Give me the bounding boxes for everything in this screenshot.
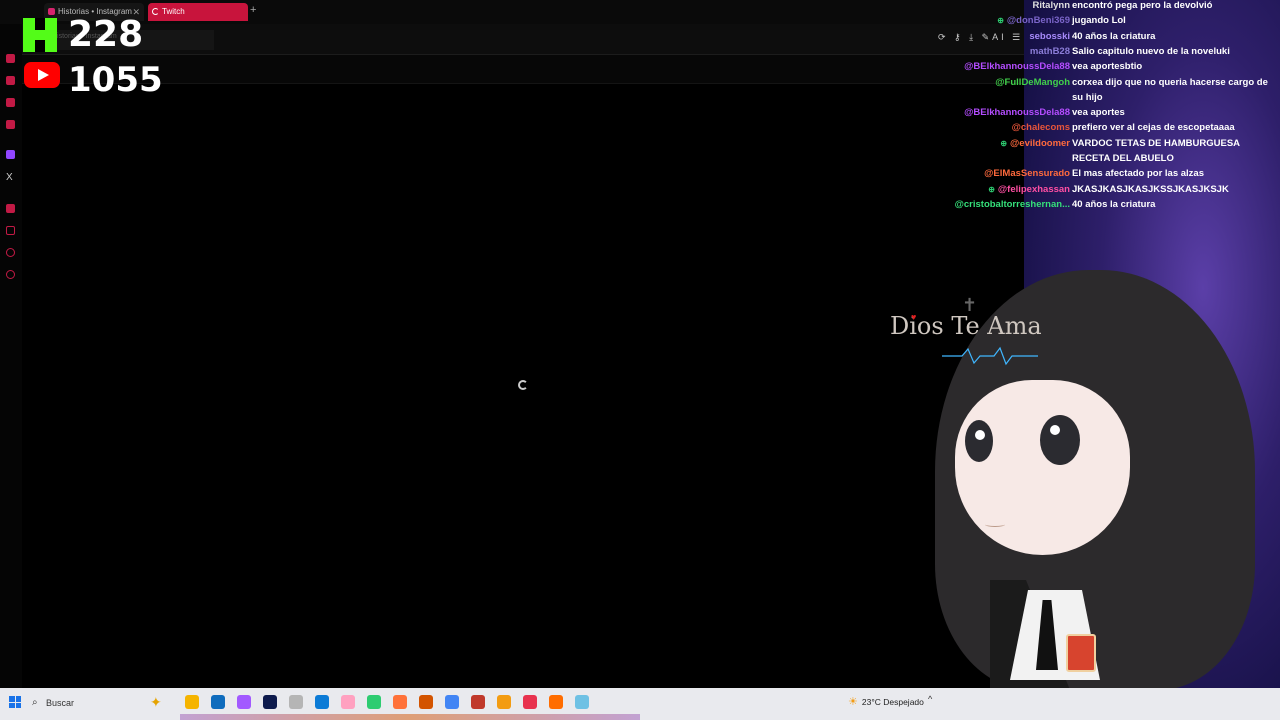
youtube-logo	[24, 62, 60, 88]
chat-username: ⊕ @felipexhassan	[988, 182, 1070, 197]
chat-username-text: @chalecoms	[1011, 122, 1070, 134]
start-button-icon[interactable]	[9, 696, 21, 708]
chat-username-text: @ElMasSensurado	[984, 168, 1070, 180]
chat-username-text: Ritalynn	[1032, 0, 1070, 11]
chat-message-text: jugando Lol	[1072, 15, 1126, 27]
sidebar-app-icon[interactable]	[6, 54, 15, 63]
x-twitter-icon[interactable]: X	[6, 172, 13, 183]
sidebar-app-icon[interactable]	[6, 120, 15, 129]
weather-widget[interactable]: ☀ 23°C Despejado	[848, 694, 924, 710]
taskbar-search[interactable]: ⌕ Buscar	[30, 693, 170, 713]
youtube-viewer-count: 1055	[68, 60, 163, 100]
app-icon[interactable]	[289, 695, 303, 709]
chat-username: ⊕ @evildoomer	[1000, 136, 1070, 151]
chat-username-text: @BElkhannoussDela88	[964, 107, 1070, 119]
search-icon: ⌕	[32, 697, 38, 708]
chat-message-text: encontró pega pero la devolvió	[1072, 0, 1213, 11]
cross-icon: ✝	[962, 295, 978, 315]
chat-username: @chalecoms	[1012, 120, 1070, 135]
chat-username: mathB28	[1030, 44, 1070, 59]
sidebar-app-icon[interactable]	[6, 76, 15, 85]
file-explorer-icon[interactable]	[211, 695, 225, 709]
taskbar-accent	[180, 714, 640, 720]
chat-badge-icon: ⊕	[1000, 138, 1008, 148]
heart-icon: ♥	[911, 312, 917, 322]
twitch-icon[interactable]	[6, 150, 15, 159]
chat-username: @cristobaltorreshernan...	[955, 197, 1070, 212]
tray-chevron-icon[interactable]: ^	[928, 694, 932, 704]
chat-message-text: 40 años la criatura	[1072, 30, 1156, 42]
chat-message-text: Salio capitulo nuevo de la noveluki	[1072, 45, 1230, 57]
opera-icon[interactable]	[523, 695, 537, 709]
chat-message-text: 40 años la criatura	[1072, 198, 1156, 210]
loading-spinner	[518, 380, 528, 390]
sun-icon: ☀	[848, 696, 858, 708]
avatar-face	[955, 380, 1130, 555]
edge-icon[interactable]	[315, 695, 329, 709]
chat-badge-icon: ⊕	[988, 184, 995, 194]
chat-username-text: @BElkhannoussDela88	[964, 61, 1070, 73]
chat-username: @ElMasSensurado	[984, 166, 1070, 181]
chat-username-text: @felipexhassan	[997, 183, 1070, 195]
tab-twitch[interactable]: Twitch	[148, 3, 248, 21]
app-icon-2[interactable]	[341, 695, 355, 709]
kick-viewer-count: 228	[68, 14, 144, 55]
chat-message-text: vea aportes	[1072, 107, 1125, 119]
chat-message-text: El mas afectado por las alzas	[1072, 168, 1205, 180]
chat-username: @BElkhannoussDela88	[964, 59, 1070, 74]
search-placeholder: Buscar	[46, 698, 75, 708]
chat-username: @FullDeMangoh	[995, 75, 1070, 90]
chat-username-text: @FullDeMangoh	[995, 76, 1070, 88]
instagram-icon	[48, 8, 55, 15]
kick-logo	[23, 18, 57, 52]
chat-message-text: corxea dijo que no queria hacerse cargo …	[1072, 76, 1268, 103]
heartbeat-line-icon	[942, 346, 1038, 366]
edge-copilot-icon[interactable]	[237, 695, 251, 709]
chat-message-text: JKASJKASJKASJKSSJKASJKSJK	[1072, 183, 1229, 195]
avatar-eye	[965, 420, 993, 462]
app-icon-4[interactable]	[549, 695, 563, 709]
settings-icon[interactable]	[6, 270, 15, 279]
tab-label: Twitch	[162, 7, 185, 16]
chat-username-text: @cristobaltorreshernan...	[954, 198, 1070, 210]
app-icon-3[interactable]	[471, 695, 485, 709]
paint-icon[interactable]	[367, 695, 381, 709]
browser-sidebar: X	[0, 24, 22, 688]
chat-username: ⊕ @donBeni369	[997, 13, 1070, 28]
firefox-icon[interactable]	[393, 695, 407, 709]
visual-studio-icon[interactable]	[263, 695, 277, 709]
chat-badge-icon: ⊕	[997, 16, 1004, 26]
browser-toolbar-icons[interactable]: ⟳ ⚷ ⤓ ✎AI ☰	[938, 32, 1023, 43]
sidebar-app-icon[interactable]	[6, 248, 15, 257]
weather-text: 23°C Despejado	[861, 697, 924, 707]
notepad-icon[interactable]	[575, 695, 589, 709]
chat-message-text: vea aportesbtio	[1072, 61, 1143, 73]
sidebar-app-icon[interactable]	[6, 98, 15, 107]
chat-username-text: @evildoomer	[1010, 137, 1070, 149]
sidebar-app-icon[interactable]	[6, 226, 15, 235]
chat-username: Ritalynn	[1033, 0, 1070, 13]
task-view-icon[interactable]	[185, 695, 199, 709]
avatar-pin-badge	[1066, 634, 1096, 672]
chat-message-text: VARDOC TETAS DE HAMBURGUESA RECETA DEL A…	[1072, 137, 1240, 164]
chat-username: sebosski	[1029, 29, 1070, 44]
chrome-icon[interactable]	[445, 695, 459, 709]
vscode-icon[interactable]	[419, 695, 433, 709]
avatar-eye	[1040, 415, 1080, 465]
chat-username: @BElkhannoussDela88	[964, 105, 1070, 120]
chat-message-text: prefiero ver al cejas de escopetaaaa	[1072, 122, 1235, 134]
new-tab-button[interactable]: +	[250, 4, 256, 16]
chat-username-text: mathB28	[1029, 45, 1070, 57]
chat-username-text: sebosski	[1029, 30, 1070, 42]
sparkle-icon[interactable]: ✦	[150, 694, 162, 711]
sidebar-app-icon[interactable]	[6, 204, 15, 213]
avatar-mouth	[985, 522, 1005, 527]
java-icon[interactable]	[497, 695, 511, 709]
loading-icon	[152, 8, 159, 15]
chat-username-text: @donBeni369	[1006, 15, 1070, 27]
